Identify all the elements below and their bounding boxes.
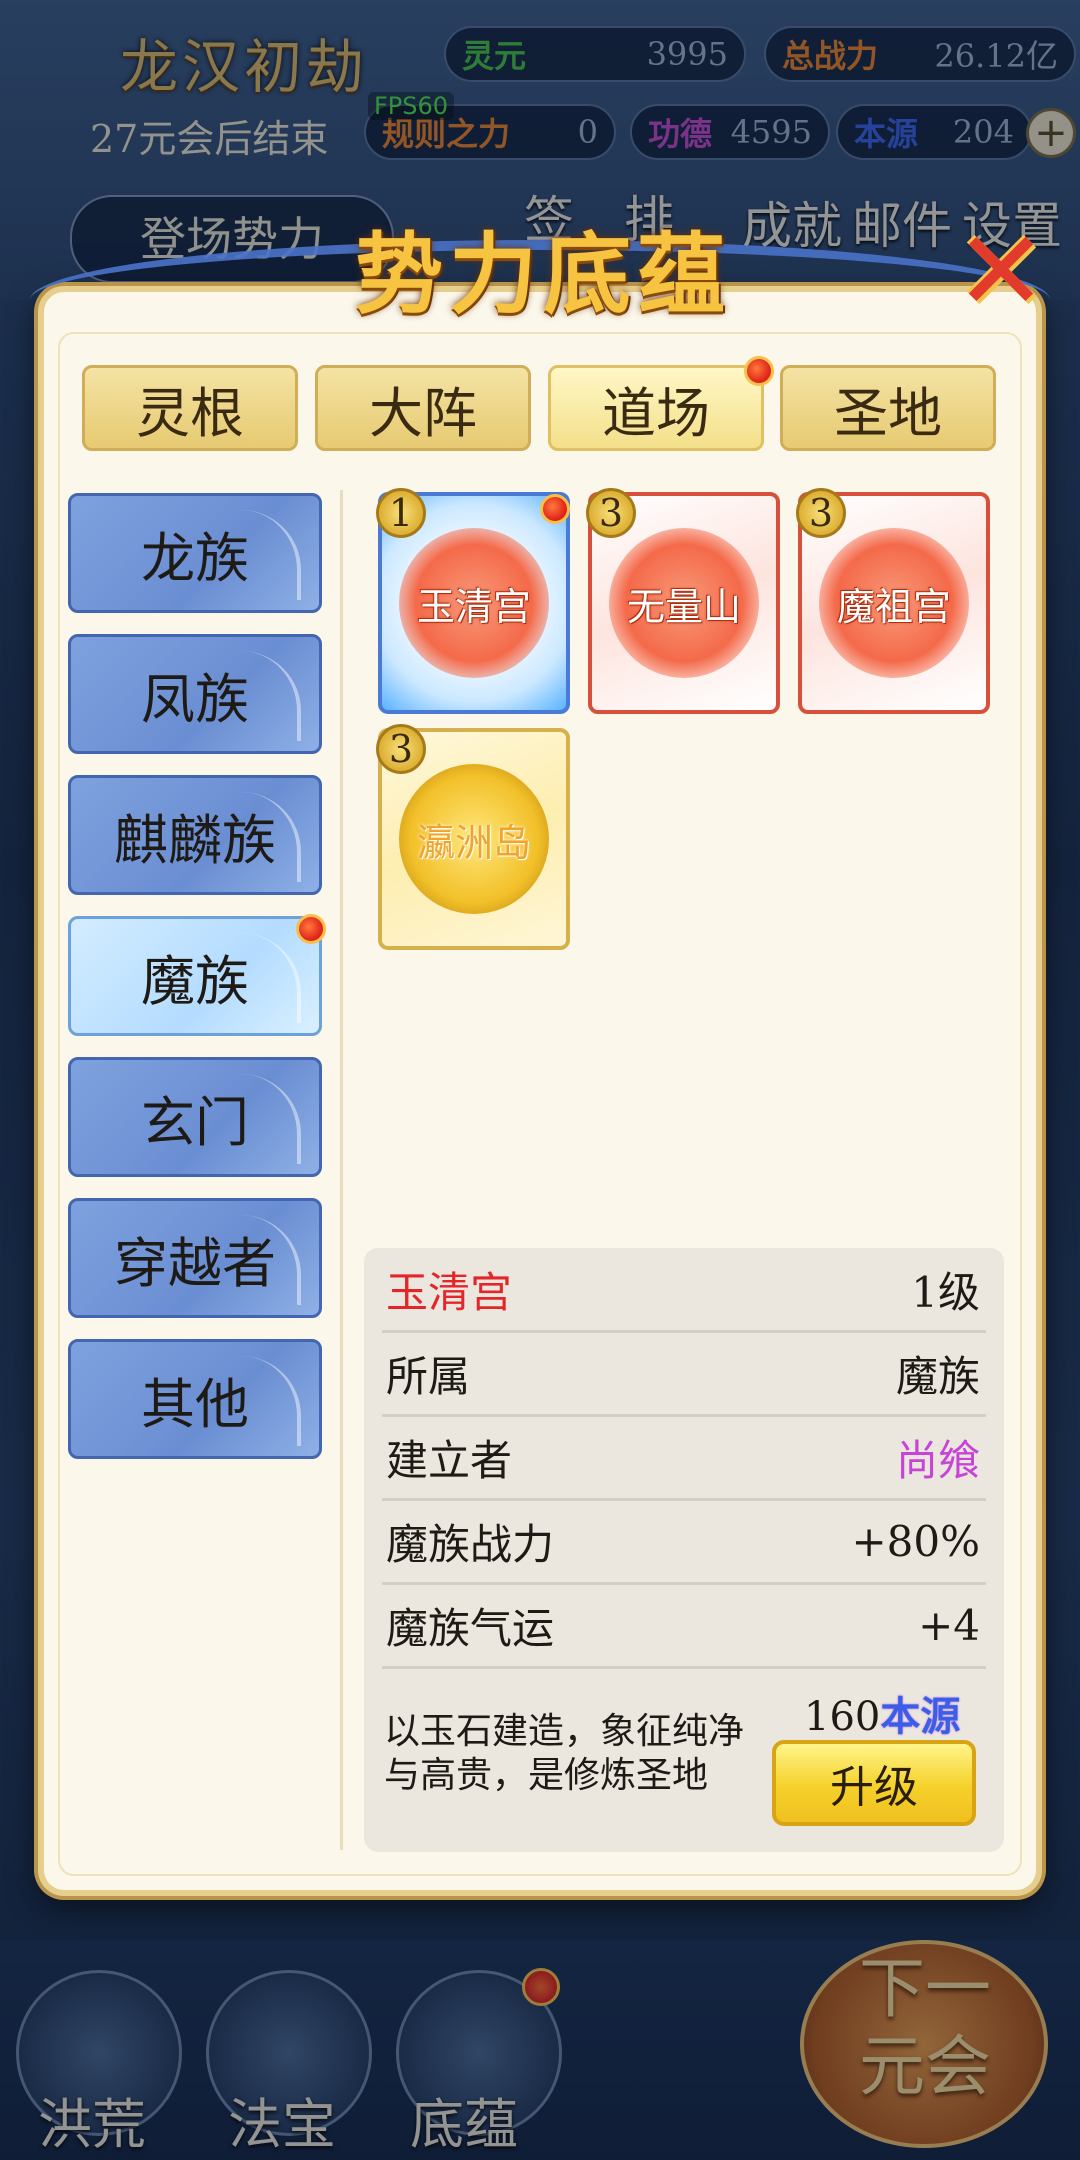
card-mozugong[interactable]: 魔祖宫 3 — [796, 488, 990, 714]
dialog-title: 势力底蕴 — [355, 222, 732, 326]
tab-daochang[interactable]: 道场 — [548, 365, 764, 451]
seal-icon: 无量山 — [609, 528, 759, 678]
card-name: 瀛洲岛 — [416, 820, 531, 865]
tab-linggen[interactable]: 灵根 — [82, 365, 298, 451]
faction-label: 凤族 — [141, 667, 249, 731]
detail-value: 尚飨 — [895, 1435, 980, 1485]
faction-label: 其他 — [141, 1372, 249, 1436]
faction-qilin[interactable]: 麒麟族 — [68, 775, 322, 895]
detail-key: 建立者 — [386, 1435, 513, 1485]
card-name: 魔祖宫 — [836, 584, 951, 629]
faction-xuanmen[interactable]: 玄门 — [68, 1057, 322, 1177]
card-notification-dot — [540, 494, 570, 524]
upgrade-button[interactable]: 升级 — [772, 1740, 976, 1826]
detail-value: +4 — [918, 1600, 980, 1650]
faction-traveler[interactable]: 穿越者 — [68, 1198, 322, 1318]
faction-label: 穿越者 — [114, 1231, 276, 1295]
card-name: 玉清宫 — [416, 584, 531, 629]
faction-label: 玄门 — [141, 1090, 249, 1154]
detail-name: 玉清宫 — [386, 1267, 513, 1317]
tab-shengdi[interactable]: 圣地 — [780, 365, 996, 451]
detail-header-row: 玉清宫 1级 — [382, 1248, 986, 1333]
detail-value: 魔族 — [895, 1351, 980, 1401]
detail-row-founder: 建立者 尚飨 — [382, 1416, 986, 1501]
faction-label: 魔族 — [141, 949, 249, 1013]
faction-demon[interactable]: 魔族 — [68, 916, 322, 1036]
faction-phoenix[interactable]: 凤族 — [68, 634, 322, 754]
panel-divider — [340, 490, 343, 1850]
tab-notification-dot — [744, 356, 774, 386]
level-badge: 3 — [796, 488, 846, 538]
detail-value: +80% — [851, 1516, 980, 1566]
card-name: 无量山 — [626, 584, 741, 629]
detail-row-power: 魔族战力 +80% — [382, 1500, 986, 1585]
seal-icon: 玉清宫 — [399, 528, 549, 678]
seal-icon: 魔祖宫 — [819, 528, 969, 678]
close-icon[interactable]: ✕ — [955, 216, 1047, 326]
card-wuliangshan[interactable]: 无量山 3 — [586, 488, 780, 714]
faction-label: 麒麟族 — [114, 808, 276, 872]
card-yuqinggong[interactable]: 玉清宫 1 — [376, 488, 570, 714]
tab-dazhen[interactable]: 大阵 — [315, 365, 531, 451]
detail-description: 以玉石建造，象征纯净与高贵，是修炼圣地 — [384, 1711, 745, 1796]
level-badge: 3 — [376, 724, 426, 774]
gold-seal-icon: 瀛洲岛 — [399, 764, 549, 914]
detail-key: 魔族气运 — [386, 1603, 555, 1653]
faction-other[interactable]: 其他 — [68, 1339, 322, 1459]
detail-key: 所属 — [386, 1351, 471, 1401]
faction-notification-dot — [296, 914, 326, 944]
detail-key: 魔族战力 — [386, 1519, 555, 1569]
cost-unit: 本源 — [880, 1693, 961, 1740]
card-yingzhoudao[interactable]: 瀛洲岛 3 — [376, 724, 570, 950]
faction-dragon[interactable]: 龙族 — [68, 493, 322, 613]
cost-amount: 160 — [804, 1694, 881, 1740]
detail-panel: 玉清宫 1级 所属 魔族 建立者 尚飨 魔族战力 +80% 魔族气运 +4 以玉… — [364, 1248, 1004, 1852]
detail-row-luck: 魔族气运 +4 — [382, 1584, 986, 1669]
detail-level: 1级 — [911, 1267, 980, 1317]
detail-row-faction: 所属 魔族 — [382, 1332, 986, 1417]
faction-label: 龙族 — [141, 526, 249, 590]
level-badge: 1 — [376, 488, 426, 538]
upgrade-cost: 160本源 — [804, 1684, 960, 1742]
level-badge: 3 — [586, 488, 636, 538]
